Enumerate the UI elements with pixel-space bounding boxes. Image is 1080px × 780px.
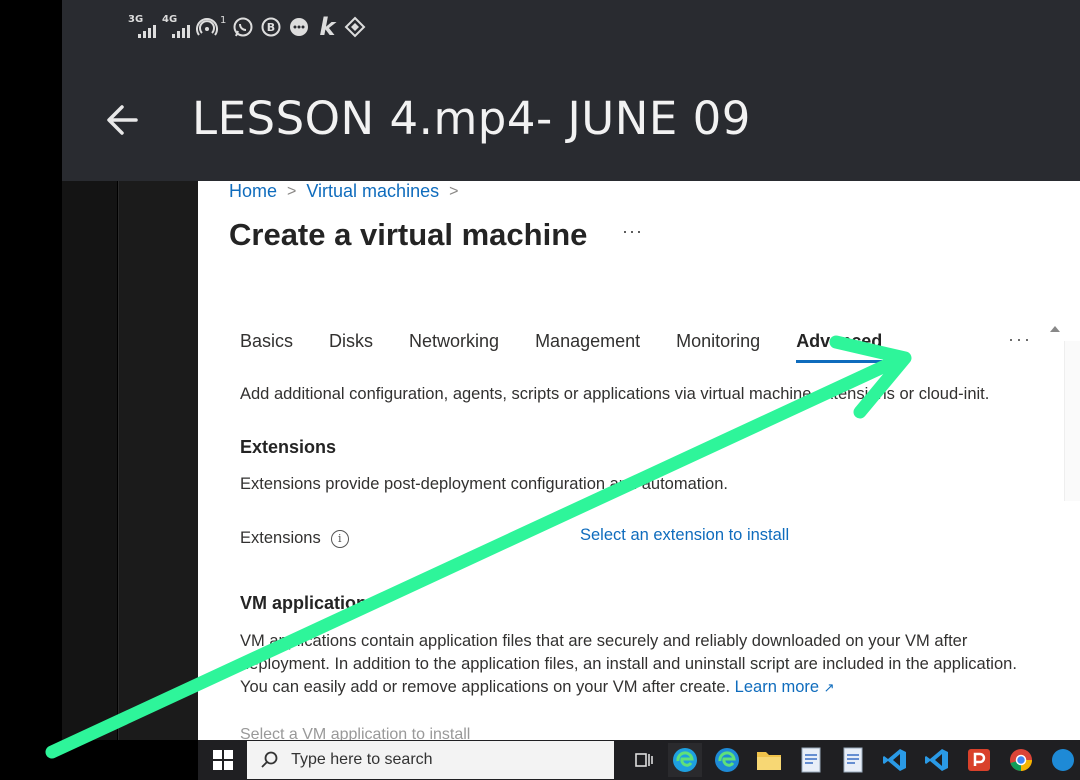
- tab-networking[interactable]: Networking: [409, 331, 499, 363]
- external-link-icon: ↗: [823, 680, 835, 695]
- vscode-icon[interactable]: [920, 743, 954, 777]
- left-panel: [118, 181, 199, 740]
- notepad-icon[interactable]: [794, 743, 828, 777]
- video-title: LESSON 4.mp4- JUNE 09: [192, 92, 751, 145]
- edge-icon[interactable]: [1046, 743, 1080, 777]
- tab-advanced[interactable]: Advanced: [796, 331, 883, 363]
- vm-applications-heading: VM applications: [240, 593, 378, 613]
- chat-icon: [288, 16, 310, 38]
- hotspot-count: 1: [220, 14, 227, 26]
- search-icon: [261, 751, 278, 768]
- windows-icon: [212, 750, 233, 770]
- signal-icon: 4G: [162, 14, 190, 40]
- breadcrumb-separator: >: [449, 182, 459, 200]
- k-icon: k: [319, 13, 336, 41]
- left-margin: [62, 181, 117, 740]
- start-button[interactable]: [198, 740, 247, 780]
- extensions-label-text: Extensions: [240, 529, 321, 547]
- breadcrumb-separator: >: [287, 182, 297, 200]
- task-view-icon[interactable]: [626, 743, 660, 777]
- phone-status-bar: 3G 4G 1 B k: [62, 0, 1080, 60]
- vm-applications-description: VM applications contain application file…: [240, 630, 1040, 699]
- extensions-description: Extensions provide post-deployment confi…: [240, 475, 728, 493]
- portal-content: Home > Virtual machines > Create a virtu…: [198, 181, 1080, 740]
- arrow-left-icon: [107, 105, 138, 135]
- vscode-icon[interactable]: [878, 743, 912, 777]
- extensions-label: Extensions i: [240, 529, 349, 548]
- hotspot-icon: [196, 16, 218, 38]
- scrollbar[interactable]: [1064, 341, 1080, 501]
- tab-monitoring[interactable]: Monitoring: [676, 331, 760, 363]
- search-placeholder: Type here to search: [291, 751, 433, 768]
- tab-management[interactable]: Management: [535, 331, 640, 363]
- tab-basics[interactable]: Basics: [240, 331, 293, 363]
- tab-disks[interactable]: Disks: [329, 331, 373, 363]
- edge-icon[interactable]: [710, 743, 744, 777]
- select-vm-application-link[interactable]: Select a VM application to install: [240, 726, 470, 740]
- learn-more-link[interactable]: Learn more ↗: [735, 678, 835, 696]
- windows-taskbar: Type here to search: [198, 740, 1080, 780]
- chrome-icon[interactable]: [1004, 743, 1038, 777]
- breadcrumb: Home > Virtual machines >: [229, 181, 458, 202]
- scroll-up-arrow[interactable]: [1050, 326, 1060, 332]
- powerpoint-icon[interactable]: [962, 743, 996, 777]
- tab-bar: Basics Disks Networking Management Monit…: [240, 331, 918, 363]
- file-explorer-icon[interactable]: [752, 743, 786, 777]
- more-options-button[interactable]: ···: [622, 221, 643, 242]
- page-title: Create a virtual machine: [229, 217, 588, 252]
- advanced-description: Add additional configuration, agents, sc…: [240, 385, 990, 403]
- select-extension-link[interactable]: Select an extension to install: [580, 526, 789, 545]
- svg-text:B: B: [267, 21, 275, 34]
- video-title-bar: LESSON 4.mp4- JUNE 09: [62, 60, 1080, 181]
- breadcrumb-home[interactable]: Home: [229, 181, 277, 202]
- back-button[interactable]: [102, 100, 142, 140]
- tag-icon: [344, 16, 366, 38]
- notepad-icon[interactable]: [836, 743, 870, 777]
- extensions-heading: Extensions: [240, 437, 337, 457]
- taskbar-search[interactable]: Type here to search: [247, 741, 614, 779]
- info-icon[interactable]: i: [330, 529, 349, 548]
- breadcrumb-virtual-machines[interactable]: Virtual machines: [306, 181, 439, 202]
- tabs-more-button[interactable]: ···: [1008, 329, 1032, 350]
- b-icon: B: [260, 16, 282, 38]
- whatsapp-icon: [232, 16, 254, 38]
- signal-icon: 3G: [128, 14, 156, 40]
- edge-icon[interactable]: [668, 743, 702, 777]
- vm-applications-text: VM applications contain application file…: [240, 632, 1017, 696]
